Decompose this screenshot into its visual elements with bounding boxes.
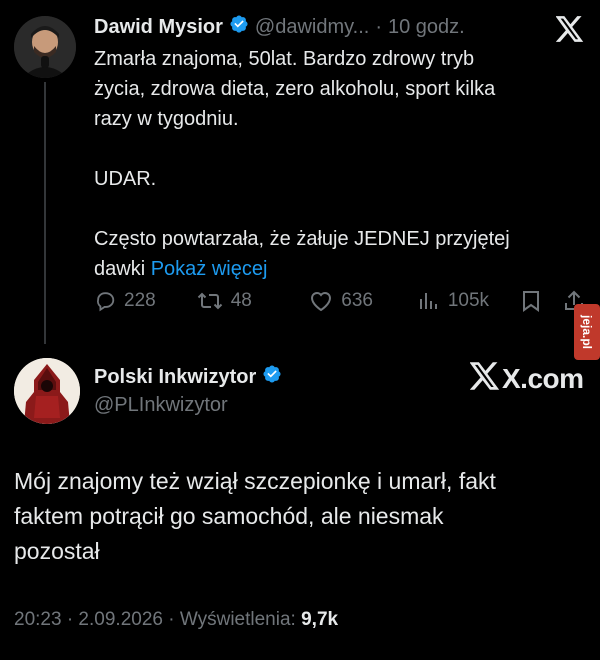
timestamp-line[interactable]: 20:23 · 2.09.2026 · Wyświetlenia: bbox=[14, 609, 296, 630]
action-bar: 228 48 636 105k bbox=[94, 290, 584, 312]
retweet-count: 48 bbox=[230, 290, 252, 311]
verified-badge-icon bbox=[262, 364, 282, 390]
avatar-dawid[interactable] bbox=[14, 16, 76, 78]
views-button[interactable]: 105k bbox=[418, 290, 521, 312]
main-header: Polski Inkwizytor bbox=[94, 364, 282, 390]
x-logo-icon[interactable] bbox=[555, 16, 584, 47]
handle[interactable]: @PLInkwizytor bbox=[94, 394, 228, 417]
views-count: 105k bbox=[447, 290, 490, 311]
views-value: 9,7k bbox=[301, 609, 339, 630]
timestamp[interactable]: 10 godz. bbox=[388, 16, 465, 39]
text-prefix: dawki bbox=[94, 258, 146, 280]
text-line: razy w tygodniu. bbox=[94, 108, 239, 130]
text-line: faktem potrącił go samochód, ale niesmak bbox=[14, 503, 444, 529]
like-count: 636 bbox=[341, 290, 373, 311]
reply-icon bbox=[94, 290, 116, 312]
tweet-meta: 20:23 · 2.09.2026 · Wyświetlenia: 9,7k bbox=[14, 609, 338, 631]
display-name[interactable]: Polski Inkwizytor bbox=[94, 366, 256, 389]
retweet-button[interactable]: 48 bbox=[197, 290, 310, 312]
text-line: pozostał bbox=[14, 538, 100, 564]
text-line: Często powtarzała, że żałuje JEDNEJ przy… bbox=[94, 228, 510, 250]
retweet-icon bbox=[197, 290, 223, 312]
show-more-link[interactable]: Pokaż więcej bbox=[151, 258, 268, 280]
bookmark-icon bbox=[521, 290, 541, 312]
text-line bbox=[94, 134, 574, 164]
xcom-brand: X.com bbox=[469, 362, 584, 395]
reply-text: Zmarła znajoma, 50lat. Bardzo zdrowy try… bbox=[94, 44, 574, 284]
display-name[interactable]: Dawid Mysior bbox=[94, 16, 223, 39]
verified-badge-icon bbox=[229, 14, 249, 40]
thread-line bbox=[44, 82, 46, 344]
text-line: Mój znajomy też wziął szczepionkę i umar… bbox=[14, 468, 496, 494]
text-line-last: dawki Pokaż więcej bbox=[94, 254, 574, 284]
x-logo-icon bbox=[469, 362, 500, 395]
reply-header: Dawid Mysior @dawidmy... · 10 godz. bbox=[94, 14, 465, 40]
views-icon bbox=[418, 290, 440, 312]
text-line: UDAR. bbox=[94, 168, 157, 190]
main-text: Mój znajomy też wziął szczepionkę i umar… bbox=[14, 464, 584, 569]
like-button[interactable]: 636 bbox=[309, 290, 418, 312]
time-separator: · bbox=[375, 15, 382, 38]
text-line bbox=[94, 194, 574, 224]
handle[interactable]: @dawidmy... bbox=[255, 16, 369, 39]
xcom-label: X.com bbox=[502, 362, 584, 394]
heart-icon bbox=[309, 290, 333, 312]
reply-count: 228 bbox=[124, 290, 156, 311]
text-line: życia, zdrowa dieta, zero alkoholu, spor… bbox=[94, 78, 496, 100]
bookmark-button[interactable] bbox=[521, 290, 564, 312]
avatar-inkwizytor[interactable] bbox=[14, 358, 80, 424]
watermark-text: jeja.pl bbox=[580, 314, 595, 350]
text-line: Zmarła znajoma, 50lat. Bardzo zdrowy try… bbox=[94, 48, 475, 70]
jeja-watermark: jeja.pl bbox=[574, 304, 600, 360]
reply-button[interactable]: 228 bbox=[94, 290, 197, 312]
